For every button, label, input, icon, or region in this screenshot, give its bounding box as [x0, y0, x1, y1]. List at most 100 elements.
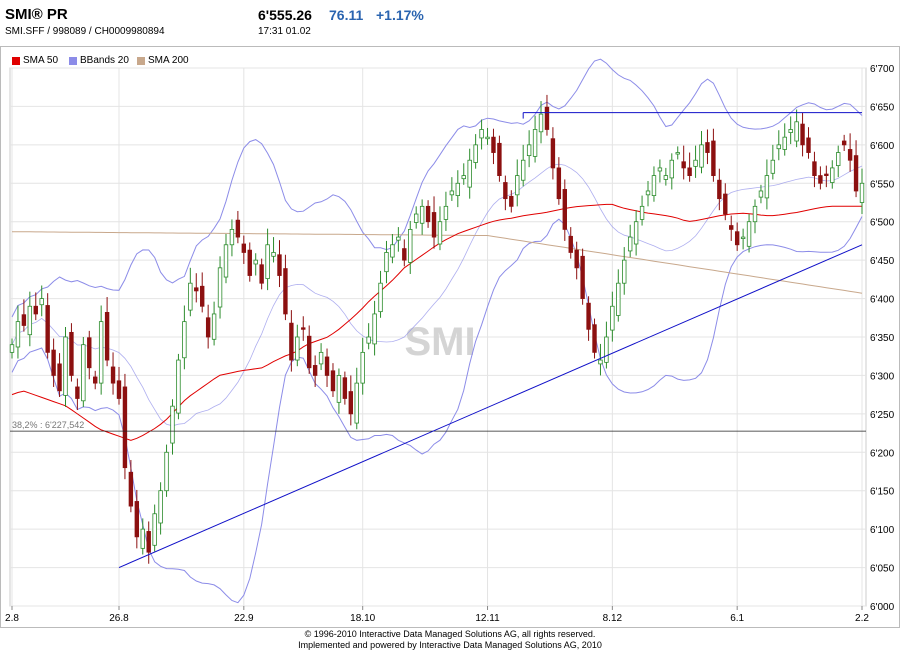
candle-down — [123, 374, 127, 479]
candle-up — [82, 337, 86, 407]
candle-body — [165, 452, 169, 490]
candle-body — [848, 149, 852, 160]
candle-body — [87, 338, 91, 368]
y-tick-label: 6'150 — [870, 487, 895, 498]
candle-body — [575, 250, 579, 268]
candle-body — [224, 245, 228, 277]
candle-body — [836, 153, 840, 166]
y-tick-label: 6'600 — [870, 141, 895, 152]
candle-body — [248, 250, 252, 275]
candle-body — [391, 245, 395, 257]
candle-body — [432, 212, 436, 237]
candle-body — [194, 288, 198, 291]
candle-body — [504, 183, 508, 199]
y-tick-label: 6'550 — [870, 179, 895, 190]
y-tick-label: 6'050 — [870, 564, 895, 575]
x-tick-label: 18.10 — [350, 613, 375, 624]
candle-body — [301, 328, 305, 330]
candle-body — [242, 244, 246, 252]
candle-body — [28, 306, 32, 334]
candle-body — [581, 256, 585, 298]
candle-body — [111, 367, 115, 383]
candle-body — [414, 214, 418, 222]
candle-body — [539, 114, 543, 132]
candle-body — [480, 129, 484, 137]
candle-body — [379, 283, 383, 311]
copyright-footer: © 1996-2010 Interactive Data Managed Sol… — [0, 629, 900, 651]
candle-body — [747, 222, 751, 247]
candle-body — [361, 352, 365, 383]
candle-body — [319, 352, 323, 364]
x-tick-label: 2.8 — [5, 613, 19, 624]
candle-body — [545, 107, 549, 129]
candle-body — [474, 145, 478, 163]
candle-body — [147, 531, 151, 552]
candle-body — [759, 191, 763, 197]
candle-body — [123, 387, 127, 468]
candle-body — [527, 145, 531, 156]
y-tick-label: 6'200 — [870, 448, 895, 459]
y-tick-label: 6'100 — [870, 525, 895, 536]
candle-body — [343, 378, 347, 399]
candle-body — [486, 137, 490, 139]
candle-body — [212, 314, 216, 339]
candle-body — [141, 529, 145, 548]
candle-body — [456, 183, 460, 195]
candle-body — [278, 255, 282, 276]
candle-body — [718, 180, 722, 198]
y-tick-label: 6'650 — [870, 102, 895, 113]
candle-body — [830, 168, 834, 183]
candle-body — [254, 260, 258, 264]
candle-body — [706, 143, 710, 153]
candle-body — [492, 137, 496, 152]
candle-body — [420, 206, 424, 223]
candle-body — [218, 268, 222, 307]
candle-body — [337, 375, 341, 402]
y-tick-label: 6'350 — [870, 333, 895, 344]
candle-body — [64, 337, 68, 395]
x-tick-label: 26.8 — [109, 613, 129, 624]
candle-body — [854, 156, 858, 191]
candle-body — [819, 176, 823, 184]
candle-body — [52, 350, 56, 375]
candle-body — [825, 174, 829, 176]
candle-body — [700, 145, 704, 167]
candle-body — [189, 283, 193, 310]
candle-body — [498, 143, 502, 175]
candle-body — [462, 176, 466, 179]
candle-body — [729, 226, 733, 230]
candle-body — [771, 160, 775, 173]
candle-body — [272, 252, 276, 256]
candle-body — [551, 139, 555, 168]
candle-body — [438, 222, 442, 244]
x-tick-label: 8.12 — [603, 613, 623, 624]
candle-body — [450, 191, 454, 195]
candle-body — [735, 232, 739, 245]
candle-body — [403, 249, 407, 261]
candle-body — [325, 357, 329, 375]
price-chart[interactable]: 6'0006'0506'1006'1506'2006'2506'3006'350… — [0, 0, 900, 626]
candle-body — [331, 371, 335, 391]
candle-body — [753, 206, 757, 221]
candle-body — [426, 206, 430, 221]
candle-body — [789, 129, 793, 132]
candle-body — [777, 145, 781, 149]
candle-body — [34, 306, 38, 314]
candle-body — [408, 229, 412, 262]
candle-body — [557, 168, 561, 199]
y-tick-label: 6'450 — [870, 256, 895, 267]
candle-body — [521, 160, 525, 180]
candle-body — [355, 383, 359, 423]
candle-body — [70, 332, 74, 375]
candle-body — [76, 387, 80, 399]
candle-body — [593, 325, 597, 353]
watermark: SMI — [404, 320, 475, 364]
candle-body — [688, 168, 692, 176]
candle-body — [105, 312, 109, 360]
candle-body — [563, 189, 567, 229]
x-tick-label: 2.2 — [855, 613, 869, 624]
candle-body — [801, 124, 805, 145]
candle-body — [611, 306, 615, 330]
candle-body — [694, 160, 698, 166]
candle-body — [444, 206, 448, 219]
